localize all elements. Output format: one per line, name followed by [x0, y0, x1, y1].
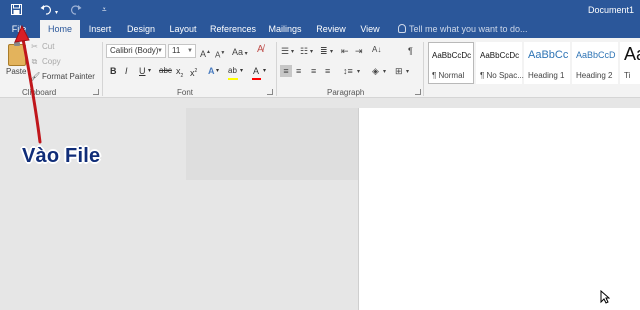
- annotation-label: Vào File: [22, 145, 101, 167]
